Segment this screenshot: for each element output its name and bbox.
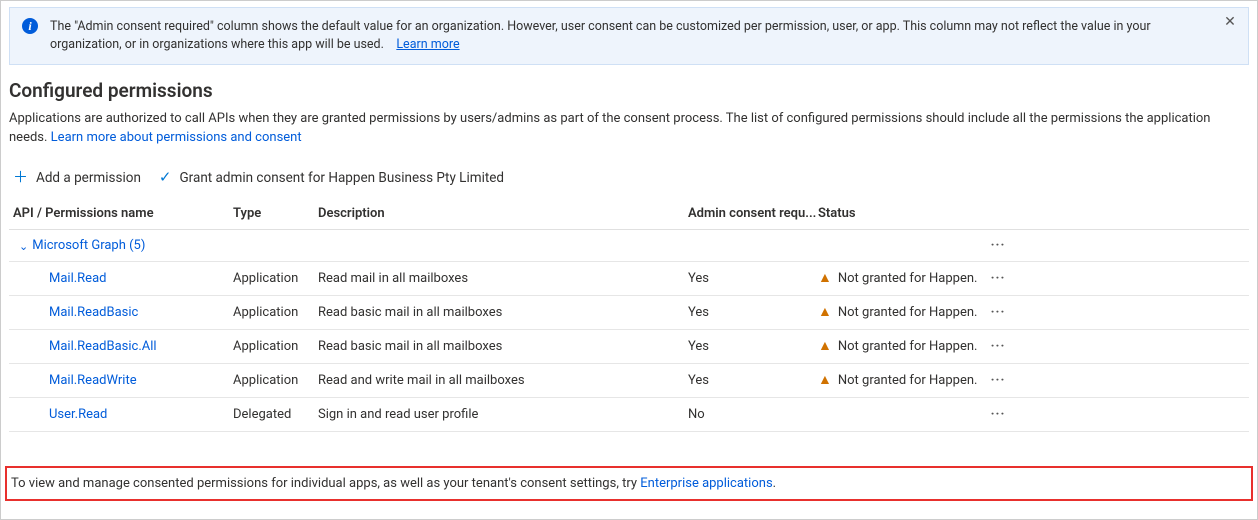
warning-icon: ▲ bbox=[818, 339, 832, 353]
permission-status: ▲ Not granted for Happen... bbox=[818, 373, 978, 388]
enterprise-apps-callout: To view and manage consented permissions… bbox=[5, 466, 1253, 501]
permission-type: Application bbox=[233, 373, 318, 388]
enterprise-applications-link[interactable]: Enterprise applications bbox=[640, 476, 772, 491]
warning-icon: ▲ bbox=[818, 271, 832, 285]
table-row: Mail.ReadBasic.AllApplicationRead basic … bbox=[9, 330, 1249, 364]
status-text: Not granted for Happen... bbox=[838, 305, 978, 320]
warning-icon: ▲ bbox=[818, 305, 832, 319]
command-bar: ＋ Add a permission ✓ Grant admin consent… bbox=[9, 164, 1249, 198]
permission-description: Read basic mail in all mailboxes bbox=[318, 339, 688, 354]
admin-consent-required: Yes bbox=[688, 305, 818, 320]
permission-description: Sign in and read user profile bbox=[318, 407, 688, 422]
permission-status: ▲ Not granted for Happen... bbox=[818, 271, 978, 286]
permission-status: ▲ Not granted for Happen... bbox=[818, 339, 978, 354]
status-text: Not granted for Happen... bbox=[838, 373, 978, 388]
admin-consent-required: Yes bbox=[688, 271, 818, 286]
permission-type: Application bbox=[233, 271, 318, 286]
permissions-consent-link[interactable]: Learn more about permissions and consent bbox=[51, 130, 302, 145]
table-header: API / Permissions name Type Description … bbox=[9, 198, 1249, 230]
permission-name-link[interactable]: Mail.ReadBasic.All bbox=[13, 339, 233, 354]
admin-consent-required: Yes bbox=[688, 373, 818, 388]
permission-status: ▲ Not granted for Happen... bbox=[818, 305, 978, 320]
table-row: Mail.ReadBasicApplicationRead basic mail… bbox=[9, 296, 1249, 330]
row-actions-button[interactable]: ··· bbox=[978, 305, 1018, 320]
row-actions-button[interactable]: ··· bbox=[978, 271, 1018, 286]
col-status: Status bbox=[818, 206, 978, 221]
col-api: API / Permissions name bbox=[13, 206, 233, 221]
row-actions-button[interactable]: ··· bbox=[978, 407, 1018, 422]
add-permission-label: Add a permission bbox=[36, 170, 141, 186]
permission-name-link[interactable]: Mail.ReadWrite bbox=[13, 373, 233, 388]
content-area: Configured permissions Applications are … bbox=[1, 79, 1257, 432]
permission-description: Read and write mail in all mailboxes bbox=[318, 373, 688, 388]
api-group-row: ⌄ Microsoft Graph (5) ··· bbox=[9, 230, 1249, 262]
permission-name-link[interactable]: Mail.Read bbox=[13, 271, 233, 286]
plus-icon: ＋ bbox=[13, 170, 28, 185]
row-actions-button[interactable]: ··· bbox=[978, 238, 1018, 253]
col-desc: Description bbox=[318, 206, 688, 221]
add-permission-button[interactable]: ＋ Add a permission bbox=[13, 170, 141, 186]
info-banner: i The "Admin consent required" column sh… bbox=[9, 7, 1249, 65]
footer-text: To view and manage consented permissions… bbox=[11, 476, 640, 491]
permission-name-link[interactable]: Mail.ReadBasic bbox=[13, 305, 233, 320]
table-row: Mail.ReadApplicationRead mail in all mai… bbox=[9, 262, 1249, 296]
status-text: Not granted for Happen... bbox=[838, 339, 978, 354]
col-type: Type bbox=[233, 206, 318, 221]
page-root: i The "Admin consent required" column sh… bbox=[0, 0, 1258, 520]
api-group-toggle[interactable]: ⌄ Microsoft Graph (5) bbox=[13, 238, 233, 253]
col-consent: Admin consent requ... bbox=[688, 206, 818, 221]
status-text: Not granted for Happen... bbox=[838, 271, 978, 286]
info-icon: i bbox=[22, 18, 38, 34]
table-row: Mail.ReadWriteApplicationRead and write … bbox=[9, 364, 1249, 398]
api-group-label: Microsoft Graph (5) bbox=[32, 238, 145, 253]
row-actions-button[interactable]: ··· bbox=[978, 339, 1018, 354]
admin-consent-required: No bbox=[688, 407, 818, 422]
check-icon: ✓ bbox=[159, 170, 172, 185]
permission-name-link[interactable]: User.Read bbox=[13, 407, 233, 422]
chevron-down-icon: ⌄ bbox=[19, 240, 28, 253]
permission-type: Application bbox=[233, 339, 318, 354]
grant-admin-consent-label: Grant admin consent for Happen Business … bbox=[179, 170, 504, 186]
row-actions-button[interactable]: ··· bbox=[978, 373, 1018, 388]
permission-type: Application bbox=[233, 305, 318, 320]
warning-icon: ▲ bbox=[818, 373, 832, 387]
learn-more-link[interactable]: Learn more bbox=[396, 37, 459, 52]
permission-type: Delegated bbox=[233, 407, 318, 422]
table-row: User.ReadDelegatedSign in and read user … bbox=[9, 398, 1249, 432]
permission-description: Read basic mail in all mailboxes bbox=[318, 305, 688, 320]
footer-tail: . bbox=[773, 476, 776, 491]
grant-admin-consent-button[interactable]: ✓ Grant admin consent for Happen Busines… bbox=[159, 170, 504, 186]
banner-text: The "Admin consent required" column show… bbox=[50, 19, 1151, 52]
section-description: Applications are authorized to call APIs… bbox=[9, 110, 1249, 148]
section-title: Configured permissions bbox=[9, 79, 1249, 102]
table-body: Mail.ReadApplicationRead mail in all mai… bbox=[9, 262, 1249, 432]
admin-consent-required: Yes bbox=[688, 339, 818, 354]
permission-description: Read mail in all mailboxes bbox=[318, 271, 688, 286]
close-icon[interactable]: ✕ bbox=[1220, 12, 1240, 32]
